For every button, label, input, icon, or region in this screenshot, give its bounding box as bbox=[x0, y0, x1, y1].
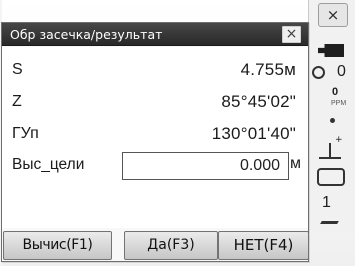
no-button[interactable]: НЕТ(F4) bbox=[218, 231, 309, 260]
resection-result-dialog: Обр засечка/результат × S 4.755м Z 85°45… bbox=[1, 22, 309, 262]
target-height-row: Выс_цели 0.000 м bbox=[12, 150, 302, 180]
zenith-angle-row: Z 85°45'02" bbox=[12, 87, 302, 115]
horizontal-angle-value: 130°01'40" bbox=[211, 124, 296, 143]
status-dot-icon bbox=[330, 118, 335, 123]
zenith-angle-value: 85°45'02" bbox=[221, 92, 296, 111]
zenith-angle-label: Z bbox=[12, 93, 22, 110]
target-height-label: Выс_цели bbox=[12, 156, 85, 173]
result-panel: S 4.755м Z 85°45'02" ГУп 130°01'40" Выс_… bbox=[2, 47, 308, 228]
horizontal-angle-label: ГУп bbox=[12, 125, 39, 142]
slope-distance-label: S bbox=[12, 61, 23, 78]
target-height-input[interactable]: 0.000 bbox=[122, 152, 289, 180]
disc-icon bbox=[312, 66, 325, 79]
disc-value: 0 bbox=[337, 63, 346, 80]
compute-button[interactable]: Вычис(F1) bbox=[3, 231, 112, 260]
target-height-unit: м bbox=[290, 155, 301, 172]
dialog-title: Обр засечка/результат bbox=[10, 27, 163, 42]
target-height-icon bbox=[319, 135, 343, 159]
dialog-close-button[interactable]: × bbox=[282, 26, 301, 43]
instrument-icon bbox=[317, 168, 345, 186]
ppm-value: 0 bbox=[332, 86, 339, 98]
status-panel bbox=[308, 0, 355, 232]
level-icon: 1 bbox=[322, 194, 331, 211]
dialog-titlebar: Обр засечка/результат × bbox=[2, 23, 308, 46]
ppm-label: PPM bbox=[331, 100, 347, 107]
yes-button[interactable]: Да(F3) bbox=[124, 231, 218, 260]
softkey-bar: Вычис(F1) Да(F3) НЕТ(F4) bbox=[3, 230, 309, 261]
slope-distance-row: S 4.755м bbox=[12, 55, 302, 83]
slope-distance-value: 4.755м bbox=[240, 60, 296, 79]
background-close-button[interactable]: × bbox=[318, 3, 348, 27]
horizontal-angle-row: ГУп 130°01'40" bbox=[12, 119, 302, 147]
